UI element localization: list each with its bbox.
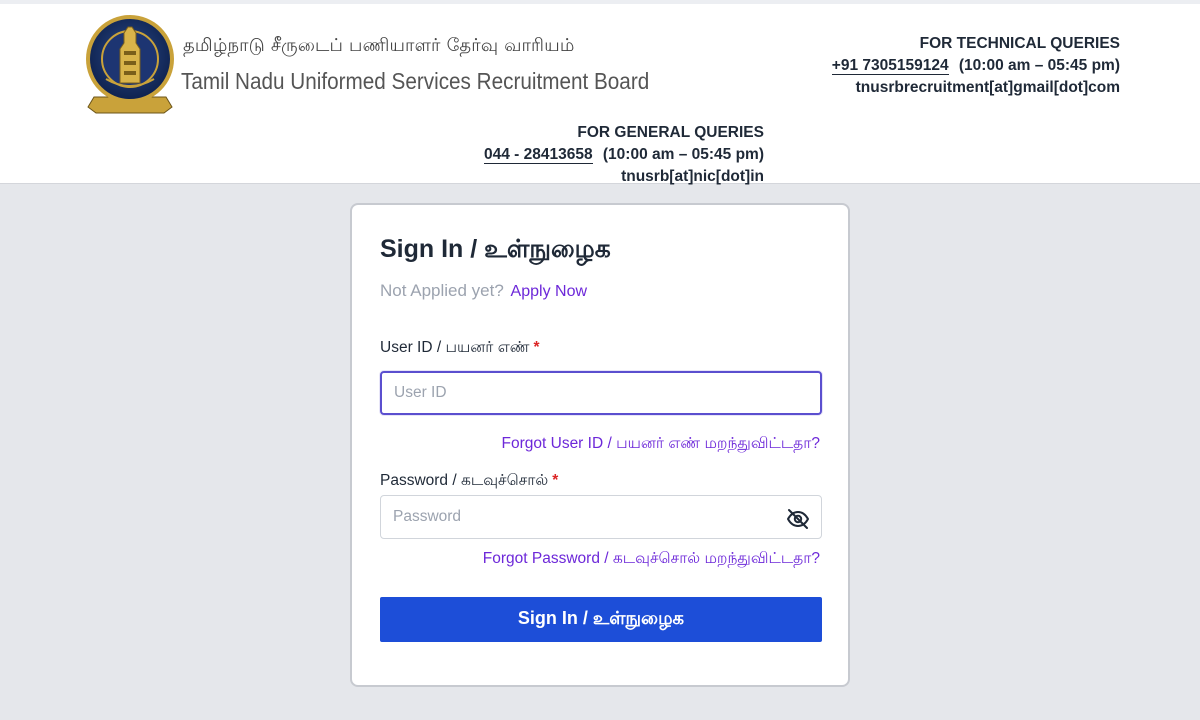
- general-email: tnusrb[at]nic[dot]in: [621, 168, 764, 185]
- technical-phone-link[interactable]: +91 7305159124: [831, 57, 949, 75]
- technical-hours: (10:00 am – 05:45 pm): [958, 57, 1120, 74]
- org-name-english: Tamil Nadu Uniformed Services Recruitmen…: [181, 68, 650, 94]
- user-id-label: User ID / பயனர் எண் *: [380, 339, 540, 358]
- not-applied-label: Not Applied yet?: [380, 281, 504, 300]
- forgot-user-id-link[interactable]: Forgot User ID / பயனர் எண் மறந்துவிட்டதா…: [502, 435, 820, 454]
- required-mark: *: [552, 472, 559, 489]
- login-title: Sign In / உள்நுழைக: [380, 235, 611, 263]
- forgot-password-link[interactable]: Forgot Password / கடவுச்சொல் மறந்துவிட்ட…: [483, 550, 820, 569]
- password-input[interactable]: [380, 495, 822, 539]
- password-label: Password / கடவுச்சொல் *: [380, 472, 558, 491]
- technical-queries-block: FOR TECHNICAL QUERIES +91 7305159124 (10…: [831, 33, 1120, 99]
- apply-now-link[interactable]: Apply Now: [511, 283, 587, 300]
- technical-queries-title: FOR TECHNICAL QUERIES: [919, 35, 1120, 52]
- user-id-label-text: User ID / பயனர் எண்: [380, 339, 530, 356]
- technical-email: tnusrbrecruitment[at]gmail[dot]com: [855, 79, 1120, 96]
- tamil-nadu-emblem-icon: [86, 15, 174, 114]
- site-header: தமிழ்நாடு சீருடைப் பணியாளர் தேர்வு வாரிய…: [0, 0, 1200, 185]
- general-phone-link[interactable]: 044 - 28413658: [483, 146, 593, 164]
- sign-in-button[interactable]: Sign In / உள்நுழைக: [380, 597, 822, 642]
- general-queries-block: FOR GENERAL QUERIES 044 - 28413658 (10:0…: [483, 122, 764, 188]
- org-name-tamil: தமிழ்நாடு சீருடைப் பணியாளர் தேர்வு வாரிய…: [183, 35, 575, 56]
- general-queries-title: FOR GENERAL QUERIES: [577, 124, 764, 141]
- login-card: Sign In / உள்நுழைக Not Applied yet? Appl…: [350, 203, 850, 687]
- general-hours: (10:00 am – 05:45 pm): [602, 146, 764, 163]
- eye-slash-icon[interactable]: [786, 507, 810, 531]
- user-id-input[interactable]: [380, 371, 822, 415]
- password-label-text: Password / கடவுச்சொல்: [380, 472, 549, 489]
- not-applied-text: Not Applied yet? Apply Now: [380, 281, 587, 301]
- required-mark: *: [533, 339, 540, 356]
